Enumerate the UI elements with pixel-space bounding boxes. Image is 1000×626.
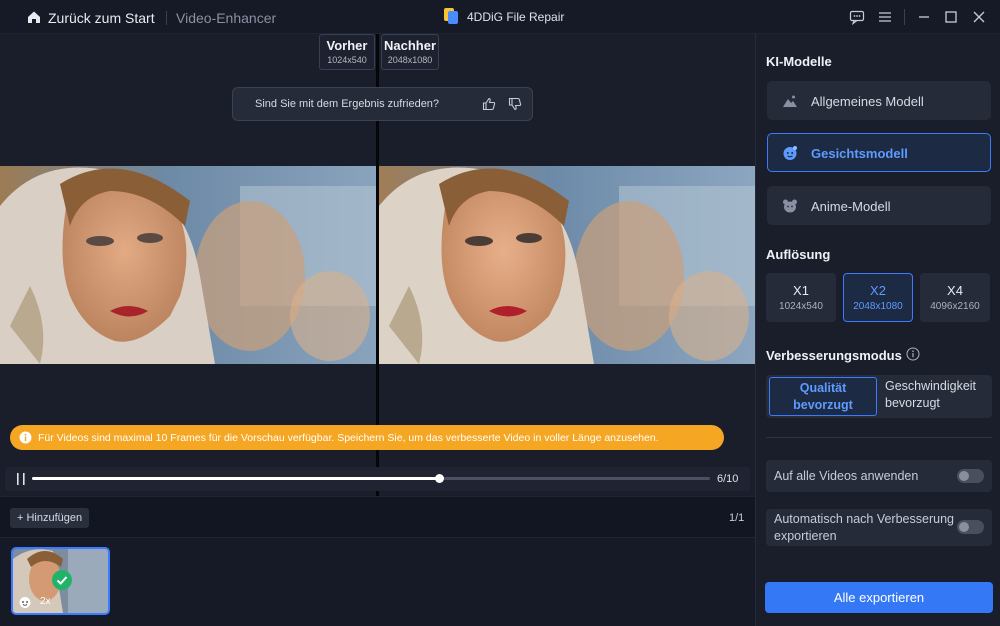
feedback-question: Sind Sie mit dem Ergebnis zufrieden? [255, 98, 440, 110]
breadcrumb-current: Video-Enhancer [176, 10, 277, 26]
titlebar-divider [904, 9, 905, 25]
frame-slider-handle[interactable] [434, 474, 444, 483]
resolution-x2-button[interactable]: X2 2048x1080 [843, 273, 913, 322]
app-title: 4DDiG File Repair [467, 10, 565, 24]
add-button-label: Hinzufügen [26, 512, 83, 524]
app-logo-icon [444, 8, 458, 24]
info-circle-icon[interactable] [906, 347, 920, 361]
home-icon[interactable] [26, 9, 42, 25]
close-icon[interactable] [971, 9, 987, 25]
mode-title: Verbesserungsmodus [766, 348, 902, 363]
landscape-icon [783, 95, 797, 107]
video-thumbnail[interactable]: 2x [11, 547, 110, 615]
file-strip-toolbar: + Hinzufügen 1/1 [0, 496, 755, 538]
enhancement-mode-switch: Qualität bevorzugt Geschwindigkeit bevor… [766, 375, 992, 418]
apply-all-toggle[interactable] [957, 469, 984, 483]
after-label: Nachher 2048x1080 [381, 34, 439, 70]
title-bar: Zurück zum Start Video-Enhancer 4DDiG Fi… [0, 0, 1000, 34]
face-icon [783, 146, 797, 160]
auto-export-row: Automatisch nach Verbesserung exportiere… [766, 509, 992, 546]
playback-timeline: 6/10 [5, 467, 750, 491]
info-icon [19, 431, 32, 444]
model-general-button[interactable]: Allgemeines Modell [767, 81, 991, 120]
add-button[interactable]: + Hinzufügen [10, 508, 90, 528]
auto-export-label: Automatisch nach Verbesserung exportiere… [774, 512, 954, 543]
resolution-x1-button[interactable]: X1 1024x540 [766, 273, 836, 322]
resolution-x4-button[interactable]: X4 4096x2160 [920, 273, 990, 322]
before-label: Vorher 1024x540 [319, 34, 375, 70]
section-divider [766, 437, 992, 438]
pause-icon[interactable] [15, 472, 27, 486]
thumbnail-strip: 2x [0, 538, 755, 626]
resolution-title: Auflösung [766, 247, 831, 262]
model-face-button[interactable]: Gesichtsmodell [767, 133, 991, 172]
notice-text: Für Videos sind maximal 10 Frames für di… [38, 432, 659, 444]
frame-slider-progress [32, 477, 439, 480]
feedback-prompt: Sind Sie mit dem Ergebnis zufrieden? [232, 87, 533, 121]
toggle-knob [959, 522, 969, 532]
models-title: KI-Modelle [766, 54, 832, 69]
breadcrumb-separator [166, 11, 167, 25]
export-all-button[interactable]: Alle exportieren [765, 582, 993, 613]
maximize-icon[interactable] [943, 9, 959, 25]
auto-export-toggle[interactable] [957, 520, 984, 534]
feedback-icon[interactable] [849, 9, 865, 25]
thumbs-up-icon[interactable] [482, 97, 496, 111]
toggle-knob [959, 471, 969, 481]
apply-all-row: Auf alle Videos anwenden [766, 460, 992, 492]
menu-icon[interactable] [877, 9, 893, 25]
minimize-icon[interactable] [916, 9, 932, 25]
settings-sidebar: KI-Modelle Allgemeines Modell Gesichtsmo… [755, 34, 1000, 626]
preview-limit-notice: Für Videos sind maximal 10 Frames für di… [10, 425, 724, 450]
frame-counter: 6/10 [717, 473, 739, 485]
thumbnail-scale: 2x [40, 596, 51, 607]
mode-quality-option[interactable]: Qualität bevorzugt [769, 377, 877, 416]
page-counter: 1/1 [729, 512, 745, 524]
before-preview-image [0, 166, 376, 364]
check-icon [52, 570, 72, 590]
back-to-start-link[interactable]: Zurück zum Start [48, 10, 155, 26]
apply-all-label: Auf alle Videos anwenden [774, 469, 919, 483]
thumbs-down-icon[interactable] [508, 97, 522, 111]
frame-slider[interactable] [32, 474, 710, 483]
after-preview-image [379, 166, 755, 364]
face-model-icon [19, 597, 31, 608]
model-anime-button[interactable]: Anime-Modell [767, 186, 991, 225]
anime-icon [783, 199, 797, 213]
mode-speed-option[interactable]: Geschwindigkeit bevorzugt [885, 378, 990, 412]
